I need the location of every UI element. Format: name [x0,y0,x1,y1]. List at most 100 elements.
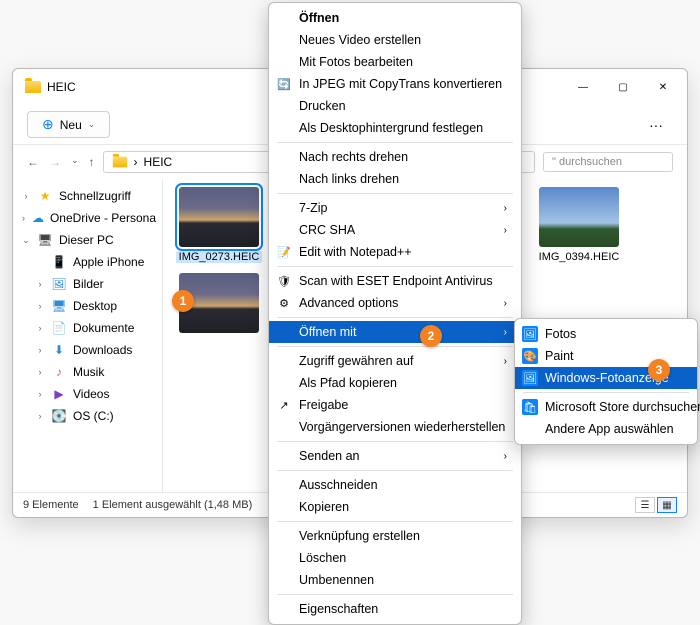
menu-item-icon: 🖼 [522,370,538,386]
forward-button[interactable]: → [49,155,61,169]
sidebar-item[interactable]: ›🖥Desktop [13,295,162,317]
file-item[interactable]: IMG_0394.HEIC [533,187,625,263]
sidebar-item[interactable]: ›💽OS (C:) [13,405,162,427]
search-input[interactable]: " durchsuchen [543,152,673,172]
menu-item[interactable]: Nach links drehen [269,168,521,190]
menu-item[interactable]: Öffnen [269,7,521,29]
new-button[interactable]: ⊕ Neu ⌄ [27,111,110,138]
menu-item[interactable]: 🖼 Fotos [515,323,697,345]
selection-info: 1 Element ausgewählt (1,48 MB) [93,499,253,511]
submenu-indicator-icon: › [494,356,507,367]
submenu-indicator-icon: › [494,327,507,338]
annotation-badge-2: 2 [420,325,442,347]
chevron-icon: › [21,213,26,223]
menu-item[interactable]: 🛡Scan with ESET Endpoint Antivirus [269,270,521,292]
context-menu: Öffnen Neues Video erstellen Mit Fotos bea… [268,2,522,625]
annotation-badge-3: 3 [648,359,670,381]
menu-item[interactable]: Neues Video erstellen [269,29,521,51]
menu-item[interactable]: 🔄In JPEG mit CopyTrans konvertieren [269,73,521,95]
minimize-button[interactable]: — [563,72,603,102]
back-button[interactable]: ← [27,155,39,169]
menu-item-label: Als Desktophintergrund festlegen [299,121,483,135]
item-count: 9 Elemente [23,499,79,511]
menu-item[interactable]: Ausschneiden [269,474,521,496]
menu-item-label: Vorgängerversionen wiederherstellen [299,420,505,434]
menu-item[interactable]: Als Desktophintergrund festlegen [269,117,521,139]
file-item[interactable]: IMG_0273.HEIC [173,187,265,263]
sidebar-item[interactable]: ›🖼Bilder [13,273,162,295]
sidebar-label: Downloads [73,343,132,357]
sidebar-icon: ☁ [32,211,44,225]
sidebar-label: Schnellzugriff [59,189,131,203]
open-with-submenu: 🖼Fotos🎨Paint🖼Windows-Fotoanzeige🛍Microso… [514,318,698,445]
sidebar-item[interactable]: ›⬇Downloads [13,339,162,361]
close-button[interactable]: ✕ [643,72,683,102]
menu-item-label: Eigenschaften [299,602,378,616]
menu-item[interactable]: Drucken [269,95,521,117]
menu-item[interactable]: CRC SHA› [269,219,521,241]
file-name: IMG_0273.HEIC [176,251,263,263]
view-list-icon[interactable]: ☰ [635,497,655,513]
menu-item-label: Edit with Notepad++ [299,245,412,259]
chevron-icon: › [35,411,45,421]
chevron-down-icon: ⌄ [88,119,96,130]
menu-item-label: Fotos [545,327,576,341]
menu-item[interactable]: Löschen [269,547,521,569]
menu-item-icon: 🛍 [522,399,538,415]
menu-item[interactable]: 🎨Paint [515,345,697,367]
menu-item[interactable]: Andere App auswählen [515,418,697,440]
sidebar-item[interactable]: ›♪Musik [13,361,162,383]
sidebar-item[interactable]: ›📄Dokumente [13,317,162,339]
submenu-indicator-icon: › [494,298,507,309]
annotation-badge-1: 1 [172,290,194,312]
menu-item-label: Senden an [299,449,359,463]
sidebar-item[interactable]: ›☁OneDrive - Persona [13,207,162,229]
menu-item[interactable]: Nach rechts drehen [269,146,521,168]
sidebar-icon: ♪ [51,365,67,379]
menu-separator [277,470,513,471]
path-segment[interactable]: HEIC [144,155,173,169]
sidebar-item[interactable]: 📱Apple iPhone [13,251,162,273]
sidebar-item[interactable]: ›★Schnellzugriff [13,185,162,207]
menu-item[interactable]: Eigenschaften [269,598,521,620]
menu-item[interactable]: Kopieren [269,496,521,518]
menu-item[interactable]: Öffnen mit› [269,321,521,343]
menu-item-label: Advanced options [299,296,398,310]
plus-icon: ⊕ [42,116,54,133]
sidebar-icon: ▶ [51,387,67,401]
menu-item[interactable]: Senden an› [269,445,521,467]
chevron-icon: › [35,389,45,399]
menu-item[interactable]: ↗Freigabe [269,394,521,416]
menu-item[interactable]: ⚙Advanced options› [269,292,521,314]
menu-item[interactable]: Zugriff gewähren auf› [269,350,521,372]
sidebar-item[interactable]: › ▶ Videos [13,383,162,405]
menu-item[interactable]: 🛍Microsoft Store durchsuchen [515,396,697,418]
menu-item[interactable]: Mit Fotos bearbeiten [269,51,521,73]
new-button-label: Neu [60,118,82,132]
menu-separator [277,142,513,143]
chevron-down-icon[interactable]: ⌄ [71,155,79,169]
sidebar-icon: 📱 [51,255,67,269]
menu-item[interactable]: Als Pfad kopieren [269,372,521,394]
maximize-button[interactable]: ▢ [603,72,643,102]
menu-item-label: Verknüpfung erstellen [299,529,420,543]
window-title: HEIC [47,80,76,94]
menu-item-label: Neues Video erstellen [299,33,421,47]
sidebar-label: OS (C:) [73,409,114,423]
menu-item-icon: 🖼 [522,326,538,342]
view-grid-icon[interactable]: ▦ [657,497,677,513]
menu-item[interactable]: Verknüpfung erstellen [269,525,521,547]
sidebar-item[interactable]: ⌄🖥Dieser PC [13,229,162,251]
sidebar-label: Videos [73,387,109,401]
menu-item[interactable]: Umbenennen [269,569,521,591]
more-button[interactable]: ··· [639,113,673,137]
menu-item[interactable]: Vorgängerversionen wiederherstellen [269,416,521,438]
sidebar-icon: 🖥 [37,233,53,247]
menu-item-label: Drucken [299,99,346,113]
menu-item-label: Umbenennen [299,573,374,587]
up-button[interactable]: ↑ [89,155,95,169]
file-thumbnail [539,187,619,247]
menu-item[interactable]: 7-Zip› [269,197,521,219]
menu-item[interactable]: 📝Edit with Notepad++ [269,241,521,263]
chevron-icon: › [21,191,31,201]
